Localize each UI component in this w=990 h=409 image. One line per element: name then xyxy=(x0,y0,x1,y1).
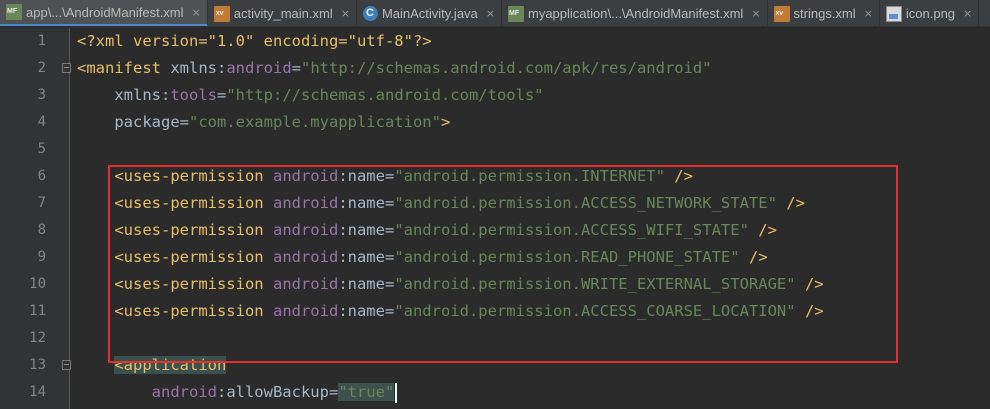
line-number: 8 xyxy=(37,222,46,238)
fold-toggle-icon[interactable] xyxy=(62,360,71,370)
tab-label: strings.xml xyxy=(793,6,856,21)
code-token: = xyxy=(217,86,227,104)
line-number-gutter: 1 2 3 4 5 6 7 8 9 10 11 12 13 14 xyxy=(0,28,71,409)
line-number: 3 xyxy=(37,87,46,103)
close-icon[interactable]: × xyxy=(751,8,760,19)
close-icon[interactable]: × xyxy=(963,8,972,19)
image-file-icon xyxy=(885,5,902,22)
code-line-1[interactable]: <?xml version="1.0" encoding="utf-8"?> xyxy=(71,28,990,55)
code-token: <manifest xyxy=(77,59,161,77)
text-caret xyxy=(395,382,398,403)
code-line-5[interactable] xyxy=(71,136,990,163)
code-token: > xyxy=(440,113,451,131)
line-number: 5 xyxy=(37,141,46,157)
code-token: "http://schemas.android.com/tools" xyxy=(226,86,544,104)
code-editor[interactable]: 1 2 3 4 5 6 7 8 9 10 11 12 13 14 <?xml version="1.0" … xyxy=(0,28,990,409)
tab-label: icon.png xyxy=(905,6,956,21)
code-line-4[interactable]: package="com.example.myapplication"> xyxy=(71,109,990,136)
manifest-file-icon xyxy=(508,5,524,22)
close-icon[interactable]: × xyxy=(864,8,873,19)
java-class-icon xyxy=(362,6,378,21)
tab-5[interactable]: icon.png × xyxy=(880,0,980,26)
line-number: 7 xyxy=(37,195,46,211)
close-icon[interactable]: × xyxy=(192,7,201,18)
tab-0[interactable]: app\...\AndroidManifest.xml × xyxy=(0,0,208,26)
line-number: 4 xyxy=(37,114,46,130)
code-token: "com.example.myapplication" xyxy=(188,113,441,131)
code-line-3[interactable]: xmlns:tools="http://schemas.android.com/… xyxy=(71,82,990,109)
line-number: 14 xyxy=(29,384,46,400)
tab-label: MainActivity.java xyxy=(381,6,478,21)
close-icon[interactable]: × xyxy=(486,8,495,19)
code-token: "http://schemas.android.com/apk/res/andr… xyxy=(301,59,712,77)
tab-2[interactable]: MainActivity.java × xyxy=(357,0,502,26)
tab-label: app\...\AndroidManifest.xml xyxy=(26,4,184,20)
line-number: 13 xyxy=(29,357,46,373)
code-line-2[interactable]: <manifest xmlns:android="http://schemas.… xyxy=(71,55,990,82)
values-xml-file-icon xyxy=(773,5,790,22)
tab-1[interactable]: activity_main.xml × xyxy=(208,0,357,26)
close-icon[interactable]: × xyxy=(341,8,350,19)
code-token: android xyxy=(226,59,292,77)
code-token: <?xml version="1.0" encoding="utf-8"?> xyxy=(77,32,432,50)
code-token: :allowBackup= xyxy=(216,383,339,401)
layout-xml-file-icon xyxy=(213,5,230,22)
code-token: tools xyxy=(170,86,217,104)
line-number: 9 xyxy=(37,249,46,265)
code-token: = xyxy=(291,59,301,77)
line-number: 12 xyxy=(29,330,46,346)
code-token: xmlns: xyxy=(161,59,227,77)
tab-4[interactable]: strings.xml × xyxy=(768,0,880,26)
line-number: 10 xyxy=(29,276,46,292)
tab-label: activity_main.xml xyxy=(233,6,333,21)
tab-3[interactable]: myapplication\...\AndroidManifest.xml × xyxy=(502,0,768,26)
permissions-highlight-box xyxy=(108,165,898,363)
line-number: 11 xyxy=(29,303,46,319)
manifest-file-icon xyxy=(6,4,22,20)
line-number: 6 xyxy=(37,168,46,184)
line-number: 1 xyxy=(37,33,46,49)
code-token: xmlns: xyxy=(77,86,171,104)
code-token: "true" xyxy=(338,383,395,401)
code-line-14[interactable]: android:allowBackup="true" xyxy=(71,379,990,406)
editor-tab-bar: app\...\AndroidManifest.xml×activity_mai… xyxy=(0,0,990,27)
tab-label: myapplication\...\AndroidManifest.xml xyxy=(528,6,744,21)
line-number: 2 xyxy=(37,60,46,76)
code-token: android xyxy=(151,383,217,401)
code-token: package= xyxy=(77,113,189,131)
fold-toggle-icon[interactable] xyxy=(62,63,71,73)
